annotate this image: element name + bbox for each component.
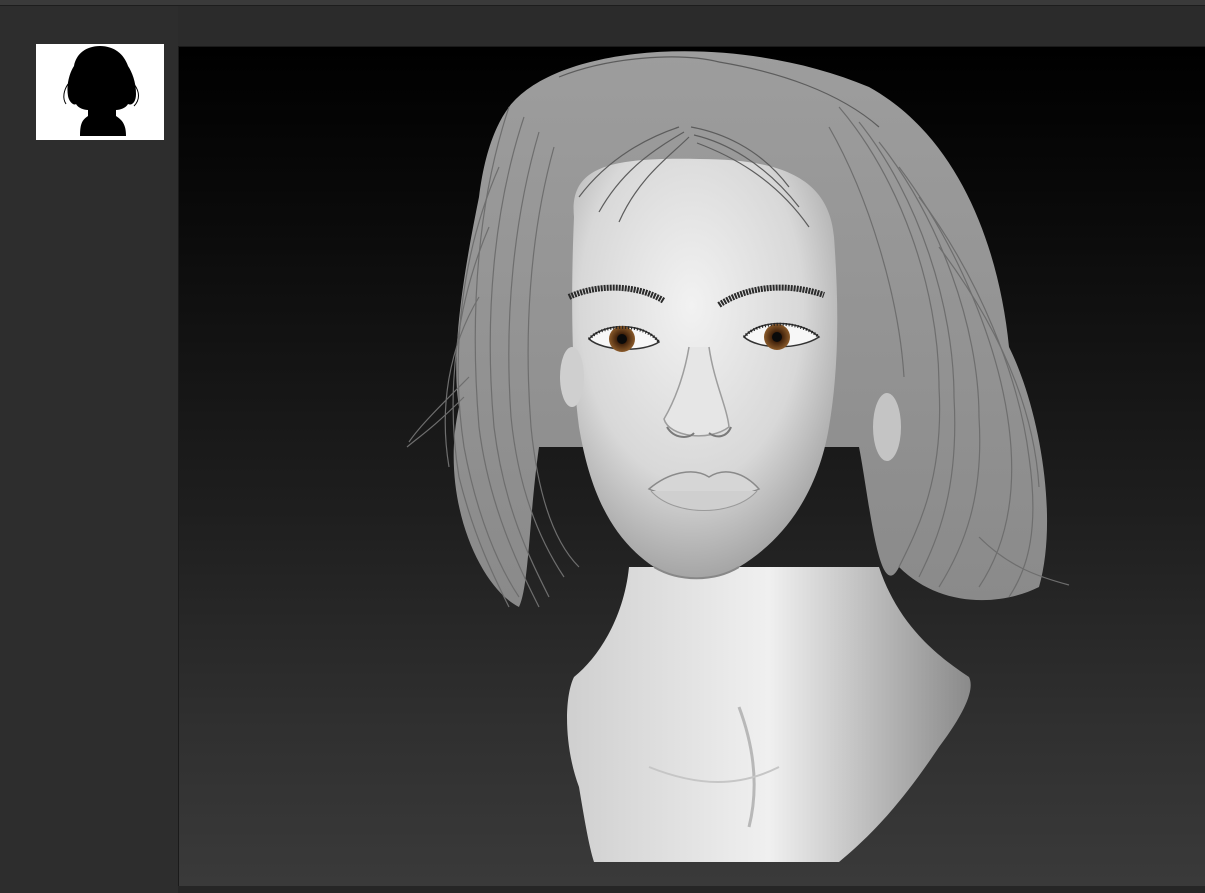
neck-shoulders: [567, 567, 971, 862]
sculpting-app-window: [0, 0, 1205, 893]
bottom-status-strip: [178, 886, 1205, 893]
3d-viewport-canvas[interactable]: [179, 47, 1205, 886]
document-thumbnail[interactable]: [36, 44, 164, 140]
sculpted-bust-render: [406, 51, 1070, 862]
top-menu-strip: [0, 0, 1205, 6]
head-silhouette-icon: [63, 46, 139, 136]
